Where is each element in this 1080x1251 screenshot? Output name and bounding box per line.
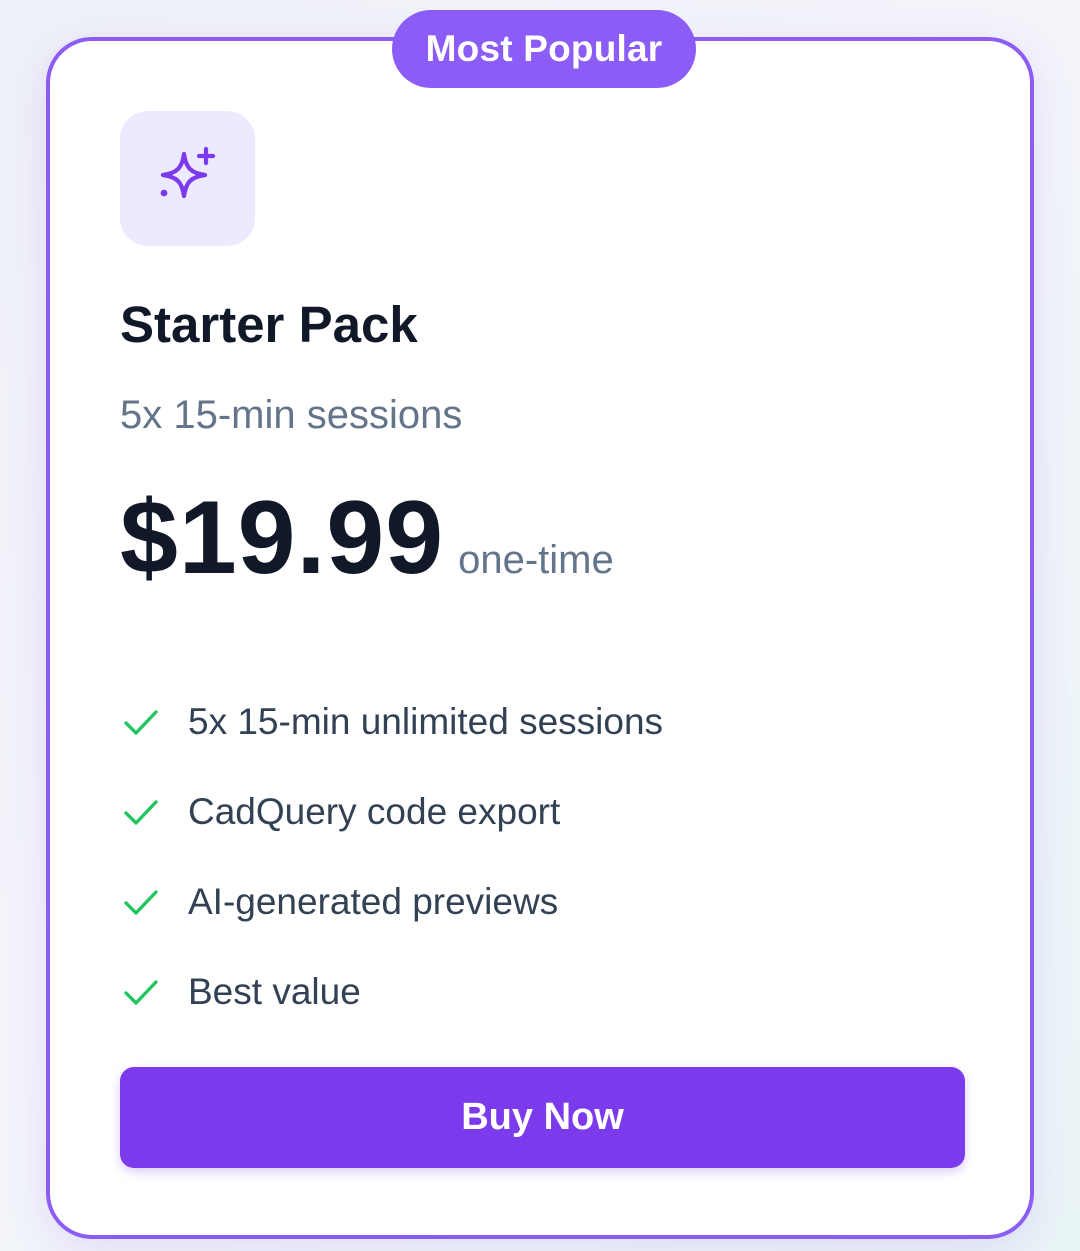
plan-price: $19.99 [120, 480, 445, 596]
feature-label: AI-generated previews [188, 881, 559, 922]
price-period: one-time [458, 538, 614, 582]
plan-icon-tile [120, 111, 255, 246]
check-icon [120, 881, 162, 923]
most-popular-badge: Most Popular [392, 10, 696, 88]
feature-label: CadQuery code export [188, 791, 561, 832]
feature-item: CadQuery code export [120, 767, 663, 857]
feature-item: 5x 15-min unlimited sessions [120, 677, 663, 767]
check-icon [120, 791, 162, 833]
feature-label: Best value [188, 971, 361, 1012]
sparkles-icon [160, 146, 215, 198]
buy-now-button[interactable]: Buy Now [120, 1067, 965, 1168]
pricing-card: Most Popular Starter Pack 5x 15-min sess… [46, 10, 1034, 1239]
check-icon [120, 701, 162, 743]
feature-label: 5x 15-min unlimited sessions [188, 701, 664, 742]
check-icon [120, 971, 162, 1013]
price-row: $19.99 one-time [120, 480, 614, 596]
plan-subtitle: 5x 15-min sessions [120, 393, 463, 437]
plan-title: Starter Pack [120, 296, 418, 353]
feature-item: AI-generated previews [120, 857, 663, 947]
feature-item: Best value [120, 947, 663, 1037]
feature-list: 5x 15-min unlimited sessions CadQuery co… [120, 677, 663, 1037]
